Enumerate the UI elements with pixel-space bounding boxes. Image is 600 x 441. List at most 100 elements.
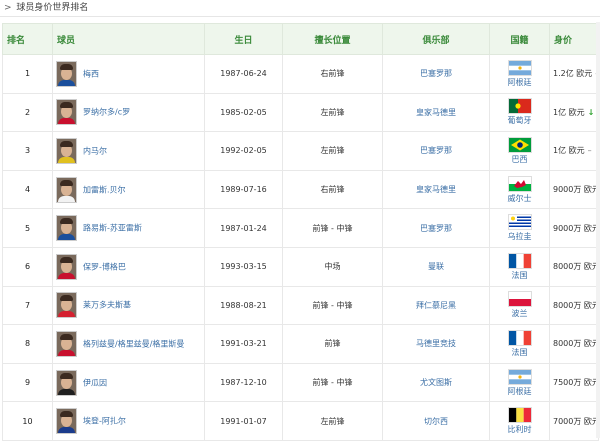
breadcrumb: > 球员身价世界排名	[0, 0, 600, 17]
rank-cell: 4	[2, 169, 53, 210]
club-cell: 皇家马德里	[382, 92, 490, 133]
avatar[interactable]	[56, 60, 77, 87]
argentina-flag-icon[interactable]	[507, 368, 532, 385]
club-link[interactable]: 拜仁慕尼黑	[416, 301, 456, 310]
poland-flag-icon[interactable]	[507, 291, 532, 308]
wales-flag-icon[interactable]	[507, 175, 532, 192]
country-link[interactable]: 阿根廷	[508, 387, 532, 396]
birthday-cell: 1985-02-05	[204, 92, 283, 133]
club-link[interactable]: 尤文图斯	[420, 378, 452, 387]
player-name-link[interactable]: 莱万多夫斯基	[83, 301, 131, 310]
player-name-link[interactable]: 埃登-阿扎尔	[83, 417, 126, 426]
market-value: 8000万 欧元	[553, 339, 599, 349]
position-cell: 前锋 - 中锋	[282, 362, 383, 403]
table-row: 1 梅西 1987-06-24右前锋 巴塞罗那阿根廷 1.2亿 欧元–	[2, 54, 599, 94]
table-row: 2 罗纳尔多/c罗 1985-02-05 左前锋 皇家马德里 葡萄牙 1亿 欧元 ↓	[2, 92, 599, 133]
player-cell: 路易斯-苏亚雷斯	[52, 208, 205, 248]
header-position: 擅长位置	[282, 23, 383, 55]
rank-cell: 1	[2, 54, 53, 94]
avatar[interactable]	[56, 215, 77, 242]
france-flag-icon[interactable]	[507, 252, 532, 269]
birthday-cell: 1992-02-05	[204, 131, 283, 171]
value-cell: 1.2亿 欧元–	[549, 54, 599, 94]
country-cell: 比利时	[489, 401, 550, 441]
position-cell: 左前锋	[282, 131, 383, 171]
club-cell: 马德里竞技	[382, 324, 490, 364]
table-row: 5 路易斯-苏亚雷斯 1987-01-24 前锋 - 中锋 巴塞罗那 乌拉圭 9000万 欧…	[2, 208, 599, 248]
player-cell: 梅西	[52, 54, 205, 94]
country-link[interactable]: 葡萄牙	[508, 116, 532, 125]
uruguay-flag-icon[interactable]	[507, 214, 532, 231]
club-link[interactable]: 马德里竞技	[416, 339, 456, 348]
position-cell: 右前锋	[282, 169, 383, 210]
club-link[interactable]: 切尔西	[424, 417, 448, 426]
scrollbar[interactable]	[596, 22, 600, 438]
country-cell: 威尔士	[489, 169, 550, 210]
player-name-link[interactable]: 格列兹曼/格里兹曼/格里斯曼	[83, 339, 184, 348]
player-name-link[interactable]: 加雷斯.贝尔	[83, 185, 126, 194]
club-link[interactable]: 皇家马德里	[416, 185, 456, 194]
header-birthday: 生日	[204, 23, 283, 55]
france-flag-icon[interactable]	[507, 329, 532, 346]
country-link[interactable]: 威尔士	[508, 194, 532, 203]
argentina-flag-icon[interactable]	[507, 59, 532, 76]
club-link[interactable]: 皇家马德里	[416, 108, 456, 117]
birthday-cell: 1987-06-24	[204, 54, 283, 94]
brazil-flag-icon[interactable]	[507, 136, 532, 153]
market-value: 1亿 欧元	[553, 146, 585, 156]
country-link[interactable]: 阿根廷	[508, 78, 532, 87]
country-cell: 波兰	[489, 285, 550, 326]
avatar[interactable]	[56, 176, 77, 203]
country-link[interactable]: 比利时	[508, 425, 532, 434]
avatar[interactable]	[56, 292, 77, 319]
player-name-link[interactable]: 罗纳尔多/c罗	[83, 108, 130, 117]
avatar[interactable]	[56, 137, 77, 164]
player-name-link[interactable]: 保罗-博格巴	[83, 262, 126, 271]
belgium-flag-icon[interactable]	[507, 407, 532, 424]
club-link[interactable]: 巴塞罗那	[420, 224, 452, 233]
value-cell: 8000万 欧元↑	[549, 285, 599, 326]
country-link[interactable]: 法国	[512, 348, 528, 357]
table-row: 8 格列兹曼/格里兹曼/格里斯曼 1991-03-21 前锋 马德里竞技 法国 8000万 …	[2, 324, 599, 364]
market-value: 8000万 欧元	[553, 300, 599, 310]
market-value: 7000万 欧元	[553, 416, 599, 426]
player-name-link[interactable]: 内马尔	[83, 146, 107, 155]
avatar[interactable]	[56, 99, 77, 126]
country-link[interactable]: 波兰	[512, 309, 528, 318]
club-link[interactable]: 巴塞罗那	[420, 146, 452, 155]
avatar[interactable]	[56, 253, 77, 280]
position-cell: 右前锋	[282, 54, 383, 94]
avatar[interactable]	[56, 369, 77, 396]
player-name-link[interactable]: 梅西	[83, 69, 99, 78]
club-link[interactable]: 曼联	[428, 262, 444, 271]
table-row: 9 伊瓜因 1987-12-10前锋 - 中锋 尤文图斯阿根廷 7500万 欧元–	[2, 362, 599, 403]
country-cell: 法国	[489, 246, 550, 287]
country-link[interactable]: 巴西	[512, 155, 528, 164]
player-cell: 保罗-博格巴	[52, 246, 205, 287]
country-link[interactable]: 法国	[512, 271, 528, 280]
rank-cell: 9	[2, 362, 53, 403]
avatar[interactable]	[56, 330, 77, 357]
table-row: 3 内马尔 1992-02-05 左前锋 巴塞罗那 巴西 1亿 欧元 –	[2, 131, 599, 171]
birthday-cell: 1993-03-15	[204, 246, 283, 287]
position-cell: 前锋	[282, 324, 383, 364]
player-cell: 内马尔	[52, 131, 205, 171]
club-link[interactable]: 巴塞罗那	[420, 69, 452, 78]
value-cell: 9000万 欧元–	[549, 208, 599, 248]
portugal-flag-icon[interactable]	[507, 98, 532, 115]
market-value: 8000万 欧元	[553, 262, 599, 272]
avatar[interactable]	[56, 408, 77, 435]
birthday-cell: 1987-01-24	[204, 208, 283, 248]
rank-cell: 10	[2, 401, 53, 441]
position-cell: 中场	[282, 246, 383, 287]
breadcrumb-title[interactable]: 球员身价世界排名	[16, 3, 88, 13]
market-value: 1.2亿 欧元	[553, 69, 593, 79]
player-name-link[interactable]: 路易斯-苏亚雷斯	[83, 224, 142, 233]
player-name-link[interactable]: 伊瓜因	[83, 378, 107, 387]
birthday-cell: 1989-07-16	[204, 169, 283, 210]
country-link[interactable]: 乌拉圭	[508, 232, 532, 241]
club-cell: 拜仁慕尼黑	[382, 285, 490, 326]
value-cell: 8000万 欧元–	[549, 246, 599, 287]
value-cell: 8000万 欧元–	[549, 324, 599, 364]
rank-cell: 7	[2, 285, 53, 326]
